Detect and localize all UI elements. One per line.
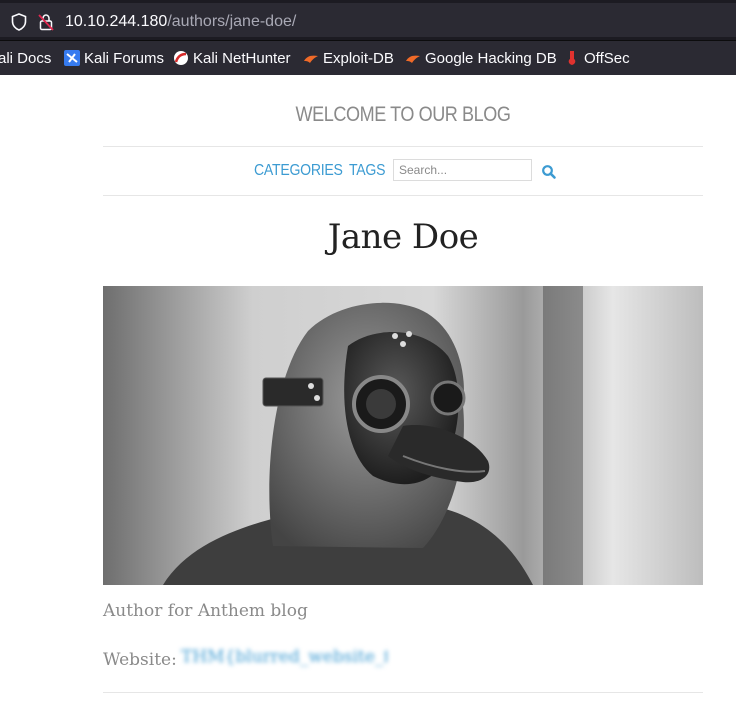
blog-title[interactable]: WELCOME TO OUR BLOG (145, 103, 661, 127)
bookmark-kali-nethunter[interactable]: Kali NetHunter (173, 49, 291, 67)
google-hacking-db-icon (405, 50, 421, 66)
website-link[interactable]: THM{blurred_website_flag} (181, 647, 387, 671)
author-bio: Author for Anthem blog (103, 601, 308, 621)
bookmark-kali-forums[interactable]: Kali Forums (64, 49, 164, 67)
bookmark-label: Exploit-DB (323, 49, 394, 67)
exploit-db-icon (303, 50, 319, 66)
divider (103, 692, 703, 693)
kali-nethunter-icon (173, 50, 189, 66)
kali-forums-icon (64, 50, 80, 66)
bookmark-label: ali Docs (0, 49, 52, 67)
bookmark-offsec[interactable]: OffSec (564, 49, 630, 67)
search-input[interactable] (393, 159, 532, 181)
url-host: 10.10.244.180 (65, 13, 168, 30)
bookmark-label: Kali NetHunter (193, 49, 291, 67)
bookmark-label: Google Hacking DB (425, 49, 557, 67)
address-bar[interactable]: 10.10.244.180/authors/jane-doe/ (0, 3, 736, 37)
nav-categories-link[interactable]: CATEGORIES (254, 162, 343, 180)
insecure-lock-icon[interactable] (38, 13, 54, 31)
bookmark-exploit-db[interactable]: Exploit-DB (303, 49, 394, 67)
author-photo (103, 286, 703, 585)
bookmarks-toolbar: ali Docs Kali Forums Kali NetHunter Expl… (0, 40, 736, 75)
website-label: Website: (103, 650, 177, 670)
browser-toolbar: 10.10.244.180/authors/jane-doe/ (0, 0, 736, 40)
divider (103, 195, 703, 196)
bookmark-label: Kali Forums (84, 49, 165, 67)
nav-tags-link[interactable]: TAGS (349, 162, 386, 180)
author-name: Jane Doe (327, 217, 479, 257)
bookmark-kali-docs[interactable]: ali Docs (0, 49, 51, 67)
search-icon[interactable] (541, 164, 557, 180)
page-content: WELCOME TO OUR BLOG CATEGORIES TAGS Jane… (0, 75, 736, 712)
divider (103, 146, 703, 147)
offsec-icon (564, 50, 580, 66)
url-text[interactable]: 10.10.244.180/authors/jane-doe/ (65, 13, 296, 31)
shield-icon[interactable] (11, 13, 27, 31)
url-path: /authors/jane-doe/ (167, 13, 297, 30)
bookmark-google-hacking-db[interactable]: Google Hacking DB (405, 49, 557, 67)
bookmark-label: OffSec (584, 49, 630, 67)
